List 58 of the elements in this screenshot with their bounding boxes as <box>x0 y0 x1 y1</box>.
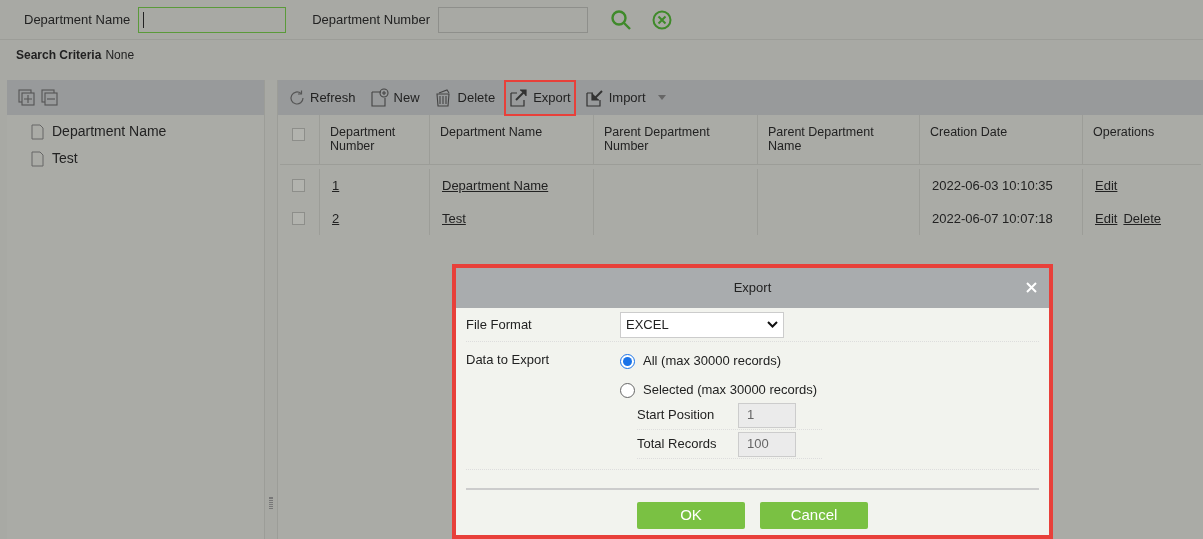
checkbox[interactable] <box>292 128 305 141</box>
toolbar-button[interactable]: Refresh <box>284 80 360 115</box>
dropdown-select[interactable]: EXCEL <box>620 311 784 338</box>
number-field[interactable]: 100 <box>738 431 796 457</box>
table-link[interactable]: Department Name <box>442 175 549 196</box>
select-value: EXCEL <box>626 315 669 334</box>
column-header[interactable]: Parent Department Number <box>594 115 758 164</box>
table-cell-text: 2022-06-07 10:07:18 <box>932 209 1053 228</box>
column-header[interactable]: Department Number <box>320 115 430 164</box>
splitter-handle[interactable] <box>269 497 274 509</box>
field-label: Data to Export <box>466 351 551 369</box>
table-link[interactable]: Delete <box>1123 208 1161 229</box>
criteria-value: None <box>105 47 135 64</box>
text-field[interactable] <box>138 6 287 33</box>
toolbar-button[interactable]: Delete <box>429 80 500 115</box>
table-link[interactable]: Edit <box>1095 208 1118 229</box>
collapse-all-icon[interactable] <box>41 89 58 106</box>
column-header[interactable]: Parent Department Name <box>758 115 920 164</box>
toolbar-button[interactable]: New <box>365 80 424 115</box>
column-header[interactable]: Operations <box>1083 115 1201 164</box>
radio-button[interactable] <box>620 382 635 398</box>
table-cell-text: 2022-06-03 10:10:35 <box>932 176 1053 195</box>
radio-option[interactable]: All (max 30000 records) <box>620 350 822 372</box>
export-arrow-icon <box>509 87 530 108</box>
radio-button[interactable] <box>620 353 635 369</box>
field-label: Department Number <box>312 10 430 29</box>
document-icon <box>31 123 44 140</box>
new-document-icon <box>369 87 390 108</box>
tree-item[interactable]: Department Name <box>52 121 167 142</box>
clear-icon[interactable] <box>652 9 672 30</box>
toolbar-button[interactable]: Import <box>580 80 670 115</box>
number-field[interactable]: 1 <box>738 402 796 428</box>
column-header[interactable]: Department Name <box>430 115 594 164</box>
table-link[interactable]: Test <box>442 208 466 229</box>
tree-item[interactable]: Test <box>52 148 78 169</box>
table-link[interactable]: 1 <box>332 175 340 196</box>
field-label: Department Name <box>24 10 131 29</box>
checkbox[interactable] <box>292 179 305 192</box>
radio-option[interactable]: Selected (max 30000 records) <box>620 379 822 401</box>
column-header[interactable]: Creation Date <box>920 115 1083 164</box>
toolbar-button[interactable]: Export <box>505 80 575 115</box>
field-label: Total Records <box>637 435 718 454</box>
close-icon[interactable] <box>1026 282 1037 293</box>
document-icon <box>31 150 44 167</box>
import-arrow-icon <box>584 87 605 108</box>
caret-icon <box>657 95 666 100</box>
dialog-title: Export <box>733 279 772 298</box>
chevron-icon <box>767 321 778 328</box>
field-label: File Format <box>466 315 533 334</box>
table-link[interactable]: Edit <box>1095 175 1118 196</box>
text-field[interactable] <box>438 6 588 33</box>
checkbox[interactable] <box>292 212 305 225</box>
refresh-icon <box>288 88 306 107</box>
expand-all-icon[interactable] <box>18 89 35 106</box>
field-label: Start Position <box>637 406 716 425</box>
criteria-label: Search Criteria <box>16 47 102 64</box>
search-icon[interactable] <box>610 8 632 31</box>
table-link[interactable]: 2 <box>332 208 340 229</box>
